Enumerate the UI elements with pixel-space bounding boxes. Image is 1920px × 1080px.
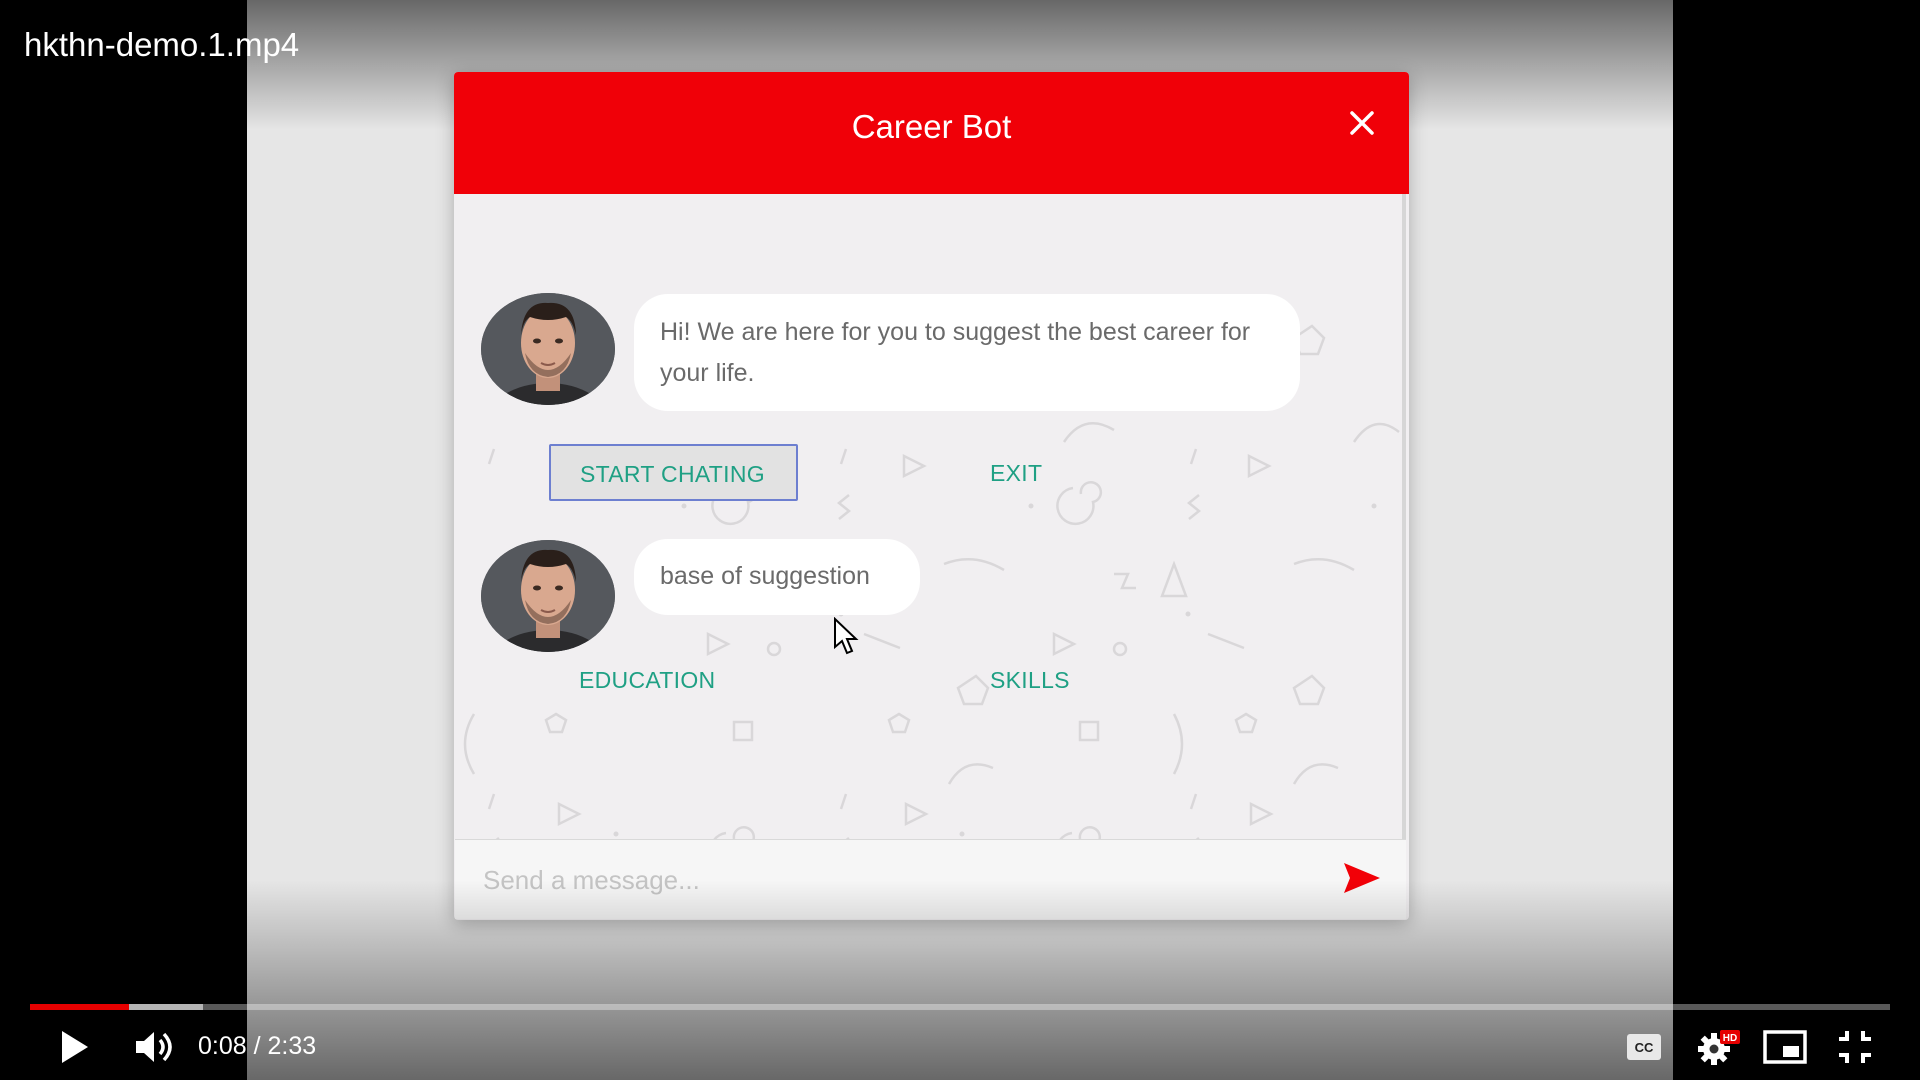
send-icon [1344,863,1380,893]
volume-icon [136,1032,172,1062]
mouse-cursor-icon [834,617,859,655]
time-display: 0:08 / 2:33 [198,1032,316,1061]
education-button[interactable]: EDUCATION [579,667,715,694]
chat-header: Career Bot [454,72,1409,194]
play-icon [62,1031,88,1063]
chat-window: Career Bot Hi! We are here for you to su… [454,72,1409,920]
message-input[interactable] [481,856,1305,904]
video-title: hkthn-demo.1.mp4 [24,26,300,63]
progress-bar[interactable] [30,1004,1890,1010]
bot-message-bubble: base of suggestion [634,539,920,615]
bot-message-text: Hi! We are here for you to suggest the b… [660,318,1251,387]
chat-body[interactable]: Hi! We are here for you to suggest the b… [454,194,1406,910]
chat-title: Career Bot [851,108,1012,145]
exit-fullscreen-icon [1839,1031,1871,1063]
volume-button[interactable] [134,1028,176,1071]
settings-button[interactable]: HD [1696,1028,1742,1073]
bot-avatar [481,540,615,652]
message-input-bar [455,839,1406,919]
captions-button[interactable]: CC [1626,1033,1662,1066]
close-button[interactable] [1345,106,1379,140]
exit-fullscreen-button[interactable] [1837,1029,1873,1070]
send-button[interactable] [1342,860,1382,896]
miniplayer-button[interactable] [1763,1030,1807,1069]
start-chating-button[interactable]: START CHATING [549,444,798,501]
skills-button[interactable]: SKILLS [990,667,1070,694]
total-time: 2:33 [267,1032,317,1060]
exit-button[interactable]: EXIT [990,460,1042,487]
miniplayer-icon [1763,1030,1807,1064]
time-separator: / [246,1032,268,1060]
bot-message-bubble: Hi! We are here for you to suggest the b… [634,294,1300,411]
close-icon [1350,111,1374,135]
current-time: 0:08 [198,1032,247,1060]
progress-played [30,1004,129,1010]
captions-icon: CC [1627,1034,1661,1060]
bot-avatar [481,293,615,405]
bot-message-text: base of suggestion [660,562,870,590]
play-button[interactable] [60,1030,90,1069]
hd-badge: HD [1723,1033,1737,1044]
settings-icon: HD [1698,1030,1740,1065]
svg-text:CC: CC [1635,1040,1654,1055]
